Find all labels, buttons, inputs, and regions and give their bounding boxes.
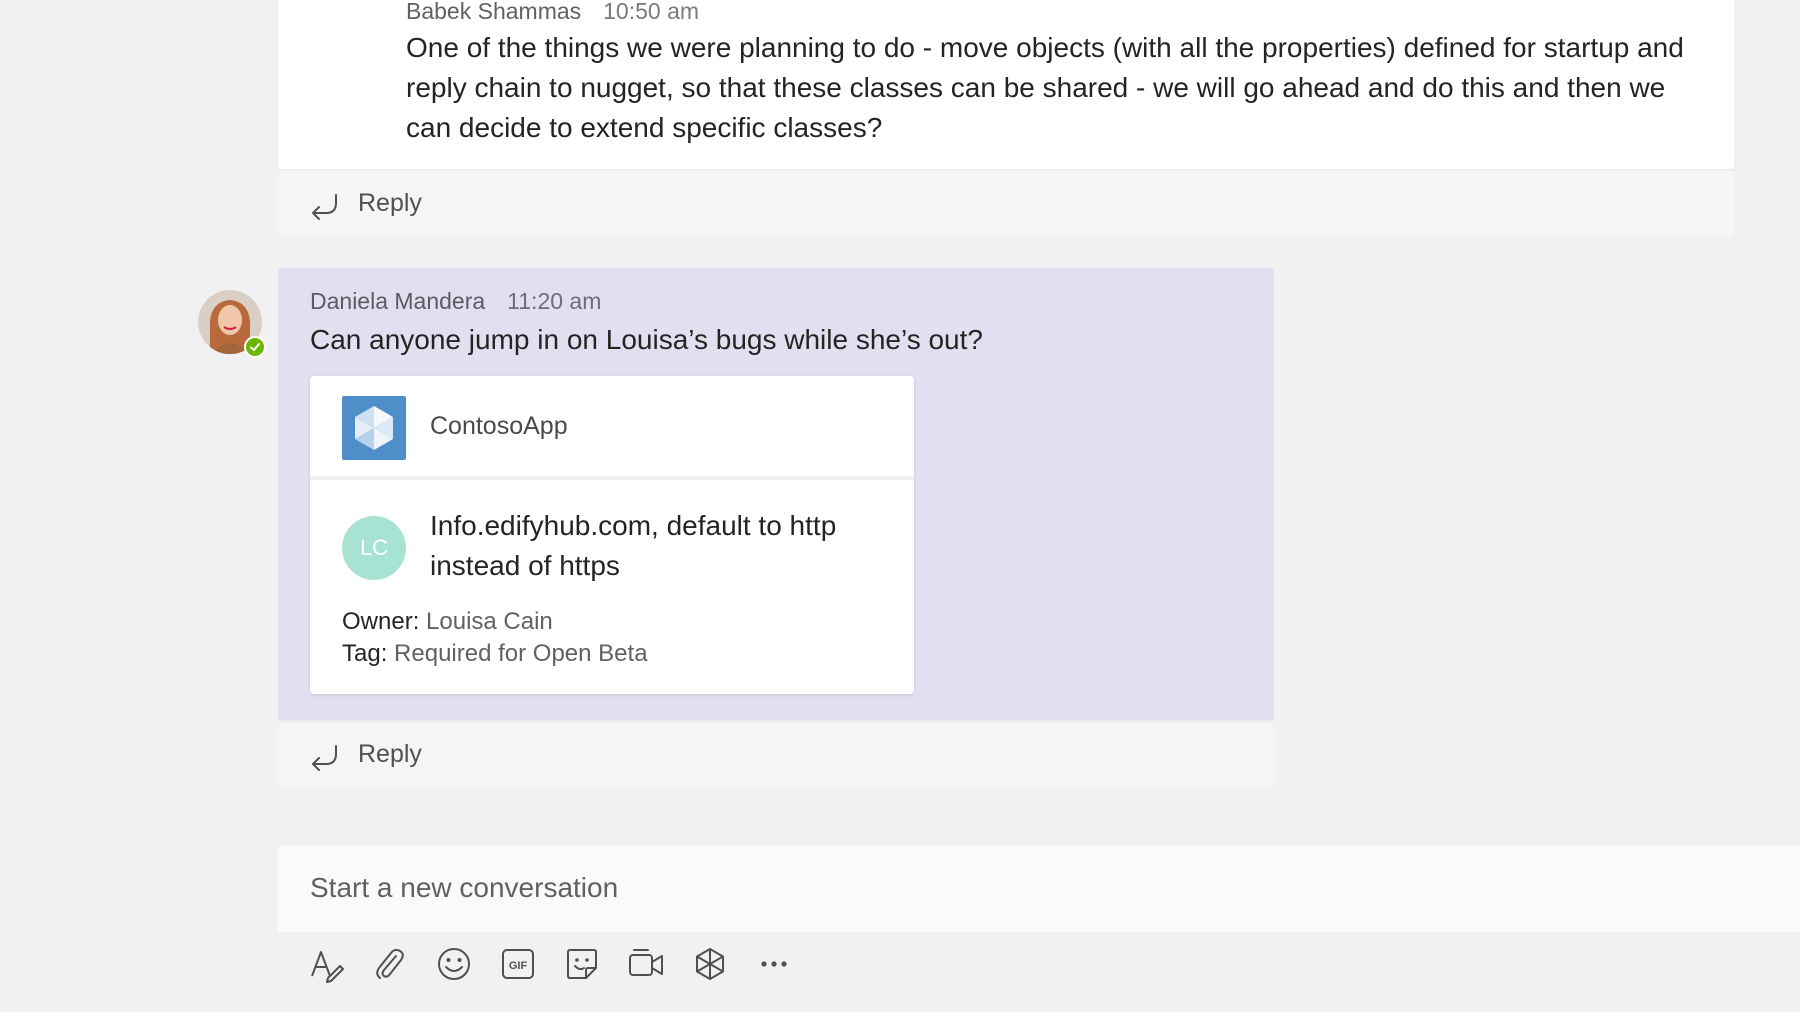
message-header: Daniela Mandera 11:20 am — [310, 288, 601, 315]
message-text: Can anyone jump in on Louisa’s bugs whil… — [310, 324, 983, 355]
emoji-icon[interactable] — [434, 944, 474, 984]
contosoapp-card[interactable]: ContosoApp LC Info.edifyhub.com, default… — [310, 376, 914, 694]
assignee-avatar: LC — [342, 516, 406, 580]
card-title[interactable]: Info.edifyhub.com, default to http inste… — [430, 506, 880, 586]
avatar-daniela[interactable] — [198, 290, 266, 358]
tag-value: Required for Open Beta — [394, 640, 648, 667]
compose-toolbar: GIF — [278, 944, 878, 994]
reply-button-babek[interactable]: Reply — [278, 169, 1734, 237]
message-text: One of the things we were planning to do… — [406, 32, 1684, 143]
contoso-app-icon[interactable] — [690, 944, 730, 984]
card-owner-field: Owner: Louisa Cain — [342, 608, 553, 636]
message-header: Babek Shammas 10:50 am — [406, 0, 699, 25]
owner-label: Owner: — [342, 608, 420, 635]
reply-label: Reply — [358, 189, 422, 217]
contosoapp-logo-icon — [342, 396, 406, 460]
reply-label: Reply — [358, 740, 422, 768]
reply-button-daniela[interactable]: Reply — [278, 720, 1274, 788]
reply-icon — [312, 745, 337, 771]
conversation-pane: Babek Shammas 10:50 am One of the things … — [0, 0, 1800, 1012]
meet-now-icon[interactable] — [626, 944, 666, 984]
sticker-icon[interactable] — [562, 944, 602, 984]
message-daniela[interactable]: Daniela Mandera 11:20 am Can anyone jump … — [278, 268, 1274, 720]
presence-available-icon — [244, 336, 266, 358]
reply-icon — [312, 194, 337, 220]
tag-label: Tag: — [342, 640, 388, 667]
message-time: 10:50 am — [603, 0, 700, 24]
svg-text:GIF: GIF — [509, 960, 528, 972]
compose-placeholder: Start a new conversation — [310, 872, 619, 903]
compose-box[interactable]: Start a new conversation — [278, 846, 1800, 932]
gif-icon[interactable]: GIF — [498, 944, 538, 984]
card-tag-field: Tag: Required for Open Beta — [342, 640, 648, 668]
author-name[interactable]: Daniela Mandera — [310, 288, 485, 314]
card-header: ContosoApp — [310, 376, 914, 480]
format-icon[interactable] — [306, 944, 346, 984]
message-babek[interactable]: Babek Shammas 10:50 am One of the things … — [278, 0, 1734, 169]
more-options-icon[interactable] — [754, 944, 794, 984]
card-app-name: ContosoApp — [430, 412, 568, 440]
author-name[interactable]: Babek Shammas — [406, 0, 581, 24]
owner-value: Louisa Cain — [426, 608, 553, 635]
message-time: 11:20 am — [507, 288, 602, 314]
attach-icon[interactable] — [370, 944, 410, 984]
